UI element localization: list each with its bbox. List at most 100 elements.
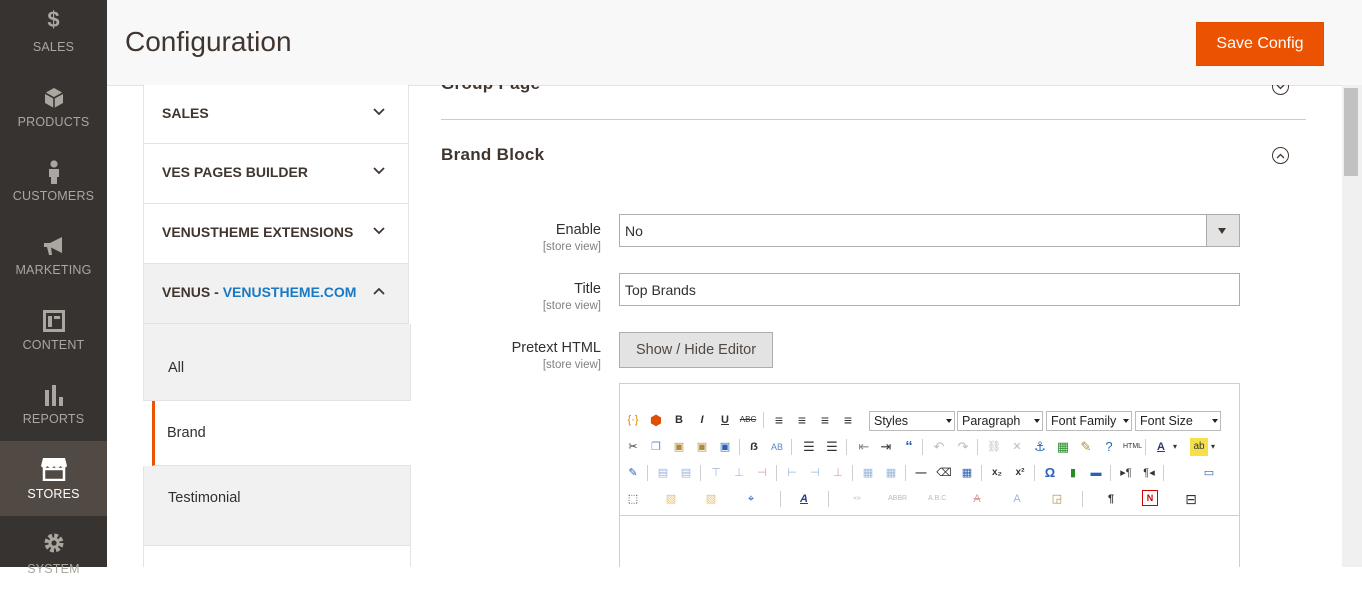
delete-col-icon[interactable]: ⊥ [829,464,847,482]
styles-select[interactable]: Styles [869,411,955,431]
save-config-button[interactable]: Save Config [1196,22,1324,66]
underline-icon[interactable]: U [716,411,734,429]
section-title-group-page[interactable]: Group Page [441,85,540,94]
subtab-testimonial[interactable]: Testimonial [143,466,411,546]
html-source-icon[interactable]: HTML [1123,438,1142,456]
style-props-icon[interactable]: A [795,490,813,508]
paste-text-icon[interactable]: ▣ [693,438,711,456]
help-icon[interactable]: ? [1100,438,1118,456]
title-input[interactable]: Top Brands [619,273,1240,306]
nav-item-customers[interactable]: CUSTOMERS [0,148,107,222]
align-justify-icon[interactable]: ≡ [839,411,857,429]
expand-icon[interactable] [1272,85,1289,95]
tab-venustheme-extensions[interactable]: VENUSTHEME EXTENSIONS [143,204,409,264]
paragraph-select[interactable]: Paragraph [957,411,1043,431]
nav-item-products[interactable]: PRODUCTS [0,74,107,148]
non-breaking-icon[interactable]: N [1142,490,1158,506]
subtab-brand[interactable]: Brand [152,401,411,466]
collapse-icon[interactable] [1272,147,1289,164]
tab-sales[interactable]: SALES [143,85,409,144]
numbered-list-icon[interactable]: ☰ [823,438,841,456]
del-icon[interactable]: A [968,490,986,508]
font-size-select[interactable]: Font Size [1135,411,1221,431]
ins-icon[interactable]: A [1008,490,1026,508]
paste-icon[interactable]: ▣ [670,438,688,456]
fullscreen-icon[interactable]: ▭ [1200,464,1218,482]
cell-props-icon[interactable]: ▤ [677,464,695,482]
paste-word-icon[interactable]: ▣ [716,438,734,456]
bullet-list-icon[interactable]: ☰ [800,438,818,456]
insert-col-after-icon[interactable]: ⊣ [806,464,824,482]
redo-icon[interactable]: ↷ [954,438,972,456]
find-icon[interactable]: ẞ [745,438,763,456]
cut-icon[interactable]: ✂ [624,438,642,456]
indent-icon[interactable]: ⇥ [877,438,895,456]
outdent-icon[interactable]: ⇤ [855,438,873,456]
align-left-icon[interactable]: ≡ [770,411,788,429]
show-blocks-icon[interactable]: ¶ [1102,490,1120,508]
absolute-icon[interactable]: ⌖ [742,490,760,508]
subscript-icon[interactable]: x₂ [988,464,1006,482]
image-icon[interactable]: ▦ [1054,438,1072,456]
insert-row-before-icon[interactable]: ⊤ [707,464,725,482]
cite-icon[interactable]: «» [848,490,866,508]
subtab-all[interactable]: All [143,324,411,401]
insert-col-before-icon[interactable]: ⊢ [783,464,801,482]
highlight-color-icon[interactable]: ab [1190,438,1208,456]
select-arrow-button[interactable] [1206,215,1239,246]
align-right-icon[interactable]: ≡ [816,411,834,429]
cleanup-icon[interactable]: ✎ [1077,438,1095,456]
anchor-icon[interactable]: ⚓ [1031,438,1049,456]
row-props-icon[interactable]: ▤ [654,464,672,482]
nav-item-sales[interactable]: $ SALES [0,0,107,74]
hr-advanced-icon[interactable]: ▬ [1087,464,1105,482]
nav-item-content[interactable]: CONTENT [0,297,107,371]
blockquote-icon[interactable]: “ [900,438,918,456]
nav-item-system[interactable]: SYSTEM [0,516,107,590]
nav-item-stores[interactable]: STORES [0,441,107,516]
nav-item-marketing[interactable]: MARKETING [0,222,107,296]
venustheme-link[interactable]: VENUSTHEME.COM [223,284,357,300]
strikethrough-icon[interactable]: ABC [739,411,757,429]
abbr-icon[interactable]: ABBR [888,490,907,508]
visual-aid-icon[interactable]: ▦ [958,464,976,482]
superscript-icon[interactable]: x² [1011,464,1029,482]
tab-ves-pages-builder[interactable]: VES PAGES BUILDER [143,144,409,204]
replace-icon[interactable]: AB [768,438,786,456]
nav-item-reports[interactable]: REPORTS [0,371,107,445]
font-family-select[interactable]: Font Family [1046,411,1132,431]
attribs-icon[interactable]: ◲ [1048,490,1066,508]
italic-icon[interactable]: I [693,411,711,429]
undo-icon[interactable]: ↶ [930,438,948,456]
chevron-down-icon[interactable]: ▾ [1170,438,1180,456]
insert-widget-icon[interactable]: ⬢ [647,411,665,429]
media-icon[interactable]: ▮ [1064,464,1082,482]
align-center-icon[interactable]: ≡ [793,411,811,429]
unlink-icon[interactable]: ✕ [1008,438,1026,456]
page-scrollbar[interactable] [1342,85,1362,567]
split-cells-icon[interactable]: ▦ [859,464,877,482]
copy-icon[interactable]: ❐ [647,438,665,456]
tab-venus[interactable]: VENUS - VENUSTHEME.COM [143,264,409,324]
move-forward-icon[interactable]: ▧ [662,490,680,508]
acronym-icon[interactable]: A.B.C [928,490,946,508]
link-icon[interactable]: ⛓ [985,438,1003,456]
ltr-icon[interactable]: ▸¶ [1117,464,1135,482]
horizontal-rule-icon[interactable]: — [912,464,930,482]
merge-cells-icon[interactable]: ▦ [882,464,900,482]
edit-style-icon[interactable]: ✎ [624,464,642,482]
page-break-icon[interactable]: ⊟ [1182,490,1200,508]
insert-variable-icon[interactable]: {·} [624,411,642,429]
show-hide-editor-button[interactable]: Show / Hide Editor [619,332,773,368]
text-color-icon[interactable]: A [1152,438,1170,456]
section-title-brand-block[interactable]: Brand Block [441,145,544,165]
move-backward-icon[interactable]: ▧ [702,490,720,508]
remove-format-icon[interactable]: ⌫ [935,464,953,482]
scrollbar-thumb[interactable] [1344,88,1358,176]
chevron-down-icon[interactable]: ▾ [1208,438,1218,456]
insert-row-after-icon[interactable]: ⊥ [730,464,748,482]
delete-row-icon[interactable]: ⊣ [753,464,771,482]
enable-select[interactable]: No [619,214,1240,247]
bold-icon[interactable]: B [670,411,688,429]
rtl-icon[interactable]: ¶◂ [1140,464,1158,482]
